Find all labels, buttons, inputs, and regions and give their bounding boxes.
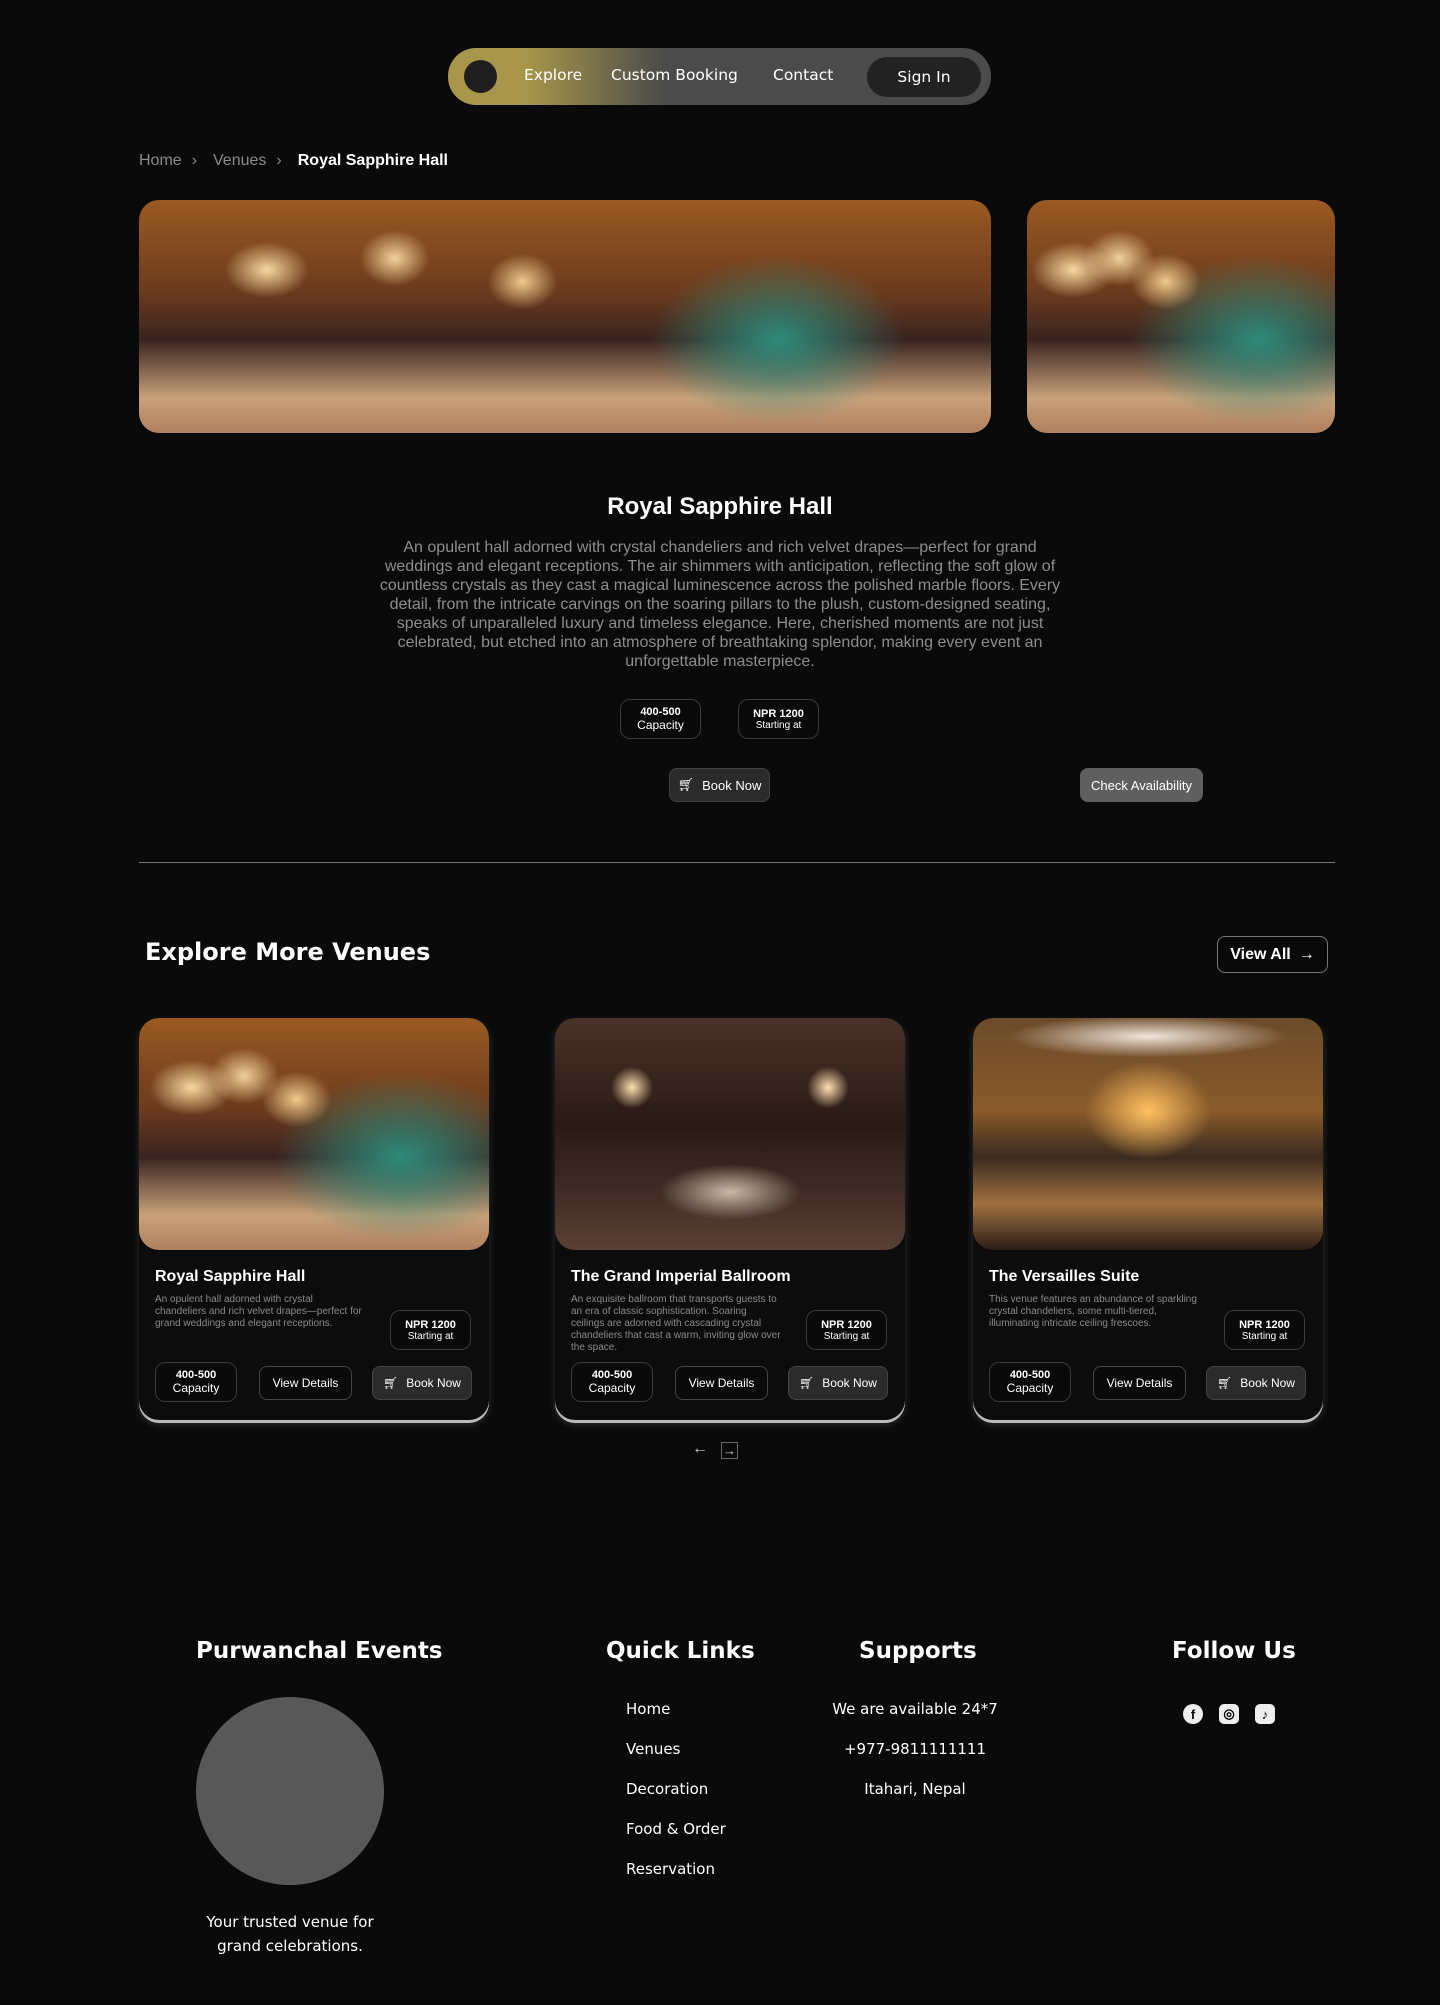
book-now-label: Book Now bbox=[702, 777, 762, 793]
section-divider bbox=[139, 862, 1335, 863]
price-label: Starting at bbox=[1241, 1330, 1288, 1342]
price-label: Starting at bbox=[407, 1330, 454, 1342]
facebook-icon[interactable]: f bbox=[1183, 1704, 1203, 1724]
instagram-icon[interactable]: ◎ bbox=[1219, 1704, 1239, 1724]
breadcrumb-venues[interactable]: Venues bbox=[213, 152, 266, 170]
price-badge: NPR 1200 Starting at bbox=[806, 1310, 887, 1350]
capacity-value: 400-500 bbox=[640, 706, 681, 718]
capacity-badge: 400-500 Capacity bbox=[571, 1362, 653, 1402]
view-details-button[interactable]: View Details bbox=[675, 1366, 768, 1400]
chevron-right-icon: › bbox=[276, 152, 282, 169]
cart-icon: 🛒︎ bbox=[1217, 1376, 1233, 1390]
footer-tagline: Your trusted venue for grand celebration… bbox=[206, 1913, 374, 1955]
book-now-button[interactable]: 🛒︎ Book Now bbox=[788, 1366, 888, 1400]
sign-in-button[interactable]: Sign In bbox=[867, 57, 981, 97]
breadcrumb-current: Royal Sapphire Hall bbox=[297, 152, 448, 169]
price-badge: NPR 1200 Starting at bbox=[738, 699, 819, 739]
navbar: Explore Custom Booking Contact Sign In bbox=[448, 48, 991, 105]
breadcrumb: Home › Venues › Royal Sapphire Hall bbox=[139, 152, 448, 170]
venue-description: An opulent hall adorned with crystal cha… bbox=[379, 539, 1061, 670]
price-badge: NPR 1200 Starting at bbox=[390, 1310, 471, 1350]
view-all-button[interactable]: View All → bbox=[1217, 936, 1328, 973]
book-now-label: Book Now bbox=[822, 1376, 877, 1390]
price-value: NPR 1200 bbox=[821, 1318, 872, 1331]
nav-custom-booking[interactable]: Custom Booking bbox=[611, 66, 738, 84]
cart-icon: 🛒︎ bbox=[677, 777, 695, 792]
view-details-button[interactable]: View Details bbox=[259, 1366, 352, 1400]
capacity-label: Capacity bbox=[1006, 1381, 1054, 1395]
carousel-next-button[interactable]: → bbox=[721, 1442, 738, 1459]
nav-contact[interactable]: Contact bbox=[773, 66, 833, 84]
venue-title: Royal Sapphire Hall bbox=[607, 493, 833, 520]
capacity-label: Capacity bbox=[637, 718, 684, 732]
footer-link[interactable]: Home bbox=[626, 1700, 670, 1718]
price-label: Starting at bbox=[755, 719, 802, 731]
venue-card-title: Royal Sapphire Hall bbox=[155, 1268, 306, 1285]
venue-card-title: The Grand Imperial Ballroom bbox=[571, 1268, 791, 1285]
price-badge: NPR 1200 Starting at bbox=[1224, 1310, 1305, 1350]
view-details-button[interactable]: View Details bbox=[1093, 1366, 1186, 1400]
capacity-badge: 400-500 Capacity bbox=[989, 1362, 1071, 1402]
chevron-right-icon: › bbox=[191, 152, 198, 169]
follow-title: Follow Us bbox=[1172, 1638, 1296, 1664]
carousel-prev-button[interactable]: ← bbox=[692, 1440, 708, 1458]
capacity-value: 400-500 bbox=[1009, 1369, 1051, 1381]
capacity-label: Capacity bbox=[588, 1381, 636, 1395]
footer-logo-placeholder bbox=[196, 1697, 384, 1885]
book-now-button[interactable]: 🛒︎ Book Now bbox=[1206, 1366, 1306, 1400]
support-item: Itahari, Nepal bbox=[864, 1780, 966, 1798]
check-availability-button[interactable]: Check Availability bbox=[1080, 768, 1203, 802]
book-now-button[interactable]: 🛒︎ Book Now bbox=[669, 768, 770, 802]
footer-link[interactable]: Venues bbox=[626, 1740, 680, 1758]
hero-image-main[interactable] bbox=[139, 200, 991, 433]
venue-card-title: The Versailles Suite bbox=[989, 1268, 1140, 1285]
footer-link[interactable]: Decoration bbox=[626, 1780, 708, 1798]
venue-card-image[interactable] bbox=[139, 1018, 489, 1250]
venue-card-description: An opulent hall adorned with crystal cha… bbox=[155, 1294, 362, 1329]
footer-link[interactable]: Food & Order bbox=[626, 1820, 726, 1838]
venue-card: Royal Sapphire Hall An opulent hall ador… bbox=[139, 1018, 489, 1420]
price-label: Starting at bbox=[823, 1330, 870, 1342]
price-value: NPR 1200 bbox=[753, 707, 804, 720]
capacity-badge: 400-500 Capacity bbox=[620, 699, 701, 739]
quick-links-title: Quick Links bbox=[606, 1638, 755, 1664]
hero-image-secondary[interactable] bbox=[1027, 200, 1335, 433]
venue-card-description: This venue features an abundance of spar… bbox=[989, 1294, 1197, 1329]
capacity-value: 400-500 bbox=[591, 1369, 633, 1381]
venue-card-image[interactable] bbox=[555, 1018, 905, 1250]
arrow-left-icon: ← bbox=[692, 1440, 708, 1457]
book-now-label: Book Now bbox=[1240, 1376, 1295, 1390]
price-value: NPR 1200 bbox=[405, 1318, 456, 1331]
price-value: NPR 1200 bbox=[1239, 1318, 1290, 1331]
arrow-right-icon: → bbox=[1298, 945, 1315, 963]
support-item: +977-9811111111 bbox=[843, 1740, 987, 1758]
book-now-label: Book Now bbox=[406, 1376, 461, 1390]
supports-title: Supports bbox=[859, 1638, 977, 1664]
footer-brand: Purwanchal Events bbox=[196, 1638, 443, 1664]
capacity-badge: 400-500 Capacity bbox=[155, 1362, 237, 1402]
venue-card: The Grand Imperial Ballroom An exquisite… bbox=[555, 1018, 905, 1420]
support-item: We are available 24*7 bbox=[832, 1700, 998, 1718]
tiktok-icon[interactable]: ♪ bbox=[1255, 1704, 1275, 1724]
breadcrumb-home[interactable]: Home bbox=[139, 152, 182, 170]
capacity-label: Capacity bbox=[172, 1381, 220, 1395]
book-now-button[interactable]: 🛒︎ Book Now bbox=[372, 1366, 472, 1400]
cart-icon: 🛒︎ bbox=[383, 1376, 399, 1390]
arrow-right-icon: → bbox=[723, 1443, 736, 1458]
venue-card-description: An exquisite ballroom that transports gu… bbox=[571, 1294, 781, 1353]
cart-icon: 🛒︎ bbox=[799, 1376, 815, 1390]
view-all-label: View All bbox=[1230, 945, 1291, 963]
explore-title: Explore More Venues bbox=[145, 938, 431, 966]
nav-explore[interactable]: Explore bbox=[524, 66, 582, 84]
capacity-value: 400-500 bbox=[175, 1369, 217, 1381]
venue-card-image[interactable] bbox=[973, 1018, 1323, 1250]
footer-link[interactable]: Reservation bbox=[626, 1860, 715, 1878]
logo[interactable] bbox=[464, 60, 497, 93]
venue-card: The Versailles Suite This venue features… bbox=[973, 1018, 1323, 1420]
